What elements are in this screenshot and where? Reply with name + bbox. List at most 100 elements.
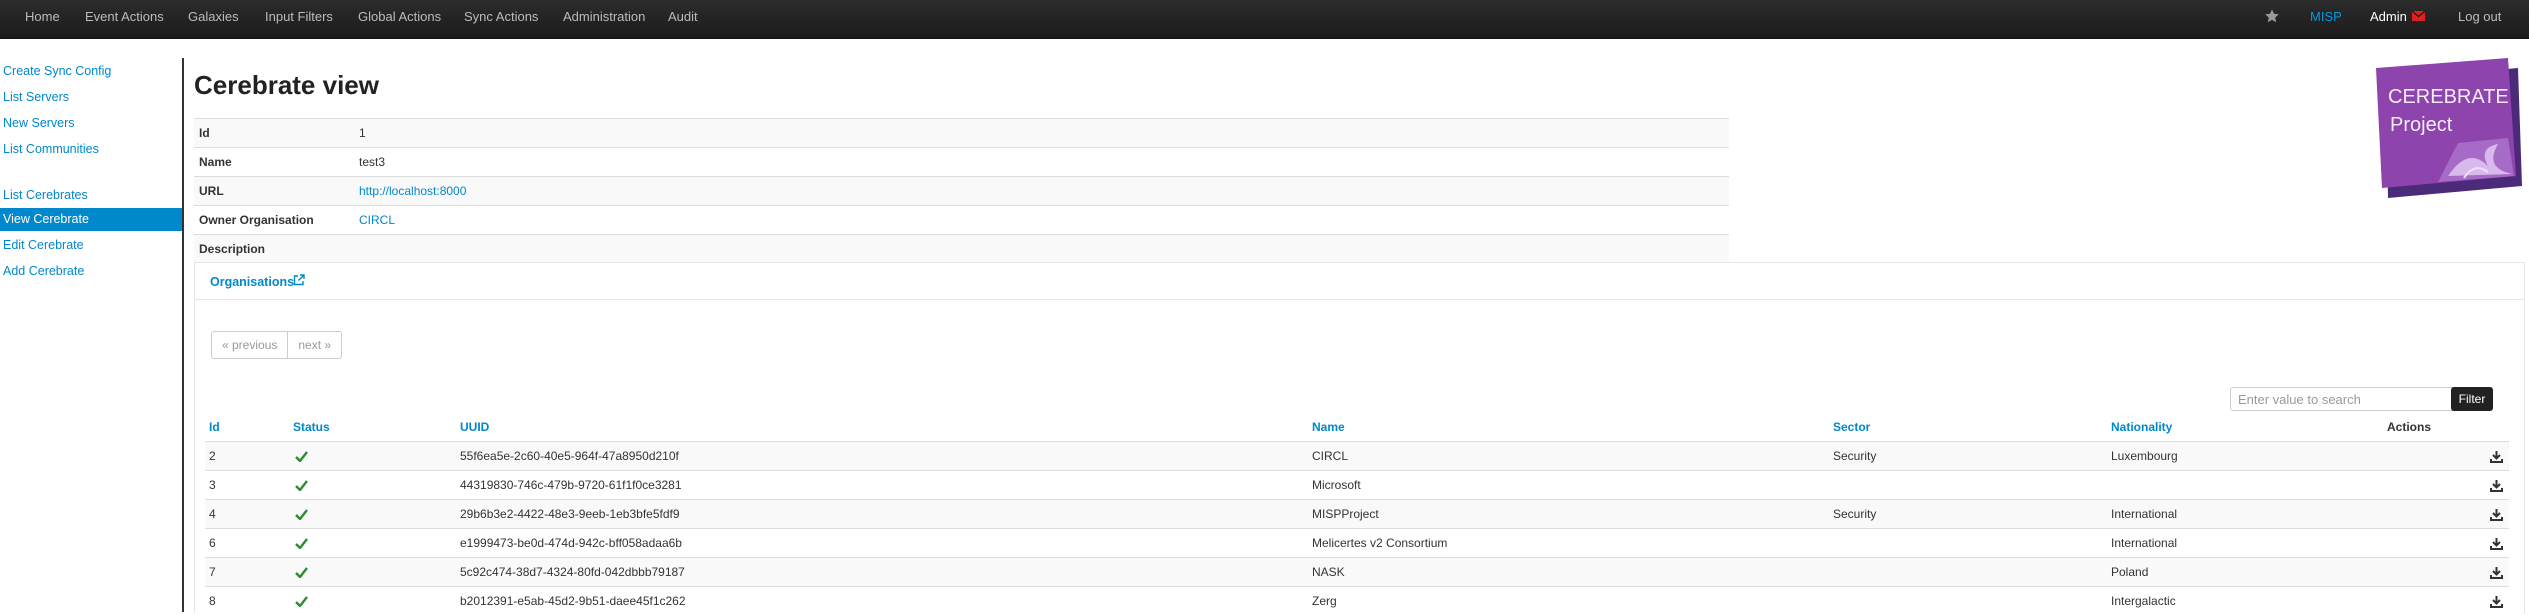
nav-misp[interactable]: MISP <box>2310 0 2342 38</box>
cell-sector: Security <box>1829 500 2107 529</box>
sidebar-item-new-servers[interactable]: New Servers <box>3 116 75 130</box>
cell-sector: Security <box>1829 442 2107 471</box>
cell-sector <box>1829 587 2107 615</box>
table-row: 3 44319830-746c-479b-9720-61f1f0ce3281 M… <box>205 471 2509 500</box>
cell-nationality <box>2107 471 2383 500</box>
details-key: Description <box>194 235 354 264</box>
cell-uuid: b2012391-e5ab-45d2-9b51-daee45f1c262 <box>456 587 1308 615</box>
cell-actions <box>2383 500 2509 529</box>
nav-audit[interactable]: Audit <box>668 0 698 38</box>
cell-uuid: e1999473-be0d-474d-942c-bff058adaa6b <box>456 529 1308 558</box>
cell-id: 8 <box>205 587 289 615</box>
sidebar-item-edit-cerebrate[interactable]: Edit Cerebrate <box>3 238 84 252</box>
download-icon[interactable] <box>2490 566 2503 579</box>
download-icon[interactable] <box>2490 450 2503 463</box>
cell-name: Melicertes v2 Consortium <box>1308 529 1829 558</box>
sidebar-item-create-sync-config[interactable]: Create Sync Config <box>3 64 111 78</box>
logo-text-line1: CEREBRATE <box>2388 86 2509 108</box>
details-row-url: URL http://localhost:8000 <box>194 177 1729 206</box>
nav-home[interactable]: Home <box>25 0 60 38</box>
cerebrate-logo: CEREBRATE Project <box>2368 58 2524 208</box>
column-header-nationality[interactable]: Nationality <box>2107 413 2383 442</box>
cell-uuid: 5c92c474-38d7-4324-80fd-042dbbb79187 <box>456 558 1308 587</box>
cell-status <box>289 442 456 471</box>
cell-nationality: Luxembourg <box>2107 442 2383 471</box>
download-icon[interactable] <box>2490 479 2503 492</box>
cell-status <box>289 587 456 615</box>
download-icon[interactable] <box>2490 537 2503 550</box>
cell-actions <box>2383 558 2509 587</box>
nav-logout[interactable]: Log out <box>2458 0 2501 38</box>
download-icon[interactable] <box>2490 595 2503 608</box>
cell-sector <box>1829 529 2107 558</box>
cell-name: Microsoft <box>1308 471 1829 500</box>
organisations-tab[interactable]: Organisations <box>210 275 294 289</box>
nav-sync-actions[interactable]: Sync Actions <box>464 0 538 38</box>
cell-actions <box>2383 587 2509 615</box>
sidebar-item-list-servers[interactable]: List Servers <box>3 90 69 104</box>
sidebar-item-list-communities[interactable]: List Communities <box>3 142 99 156</box>
sidebar-border <box>182 58 184 612</box>
table-header-row: Id Status UUID Name Sector Nationality A… <box>205 413 2509 442</box>
column-header-uuid[interactable]: UUID <box>456 413 1308 442</box>
cell-name: NASK <box>1308 558 1829 587</box>
column-header-sector[interactable]: Sector <box>1829 413 2107 442</box>
table-row: 8 b2012391-e5ab-45d2-9b51-daee45f1c262 Z… <box>205 587 2509 615</box>
next-page-button[interactable]: next » <box>287 332 341 358</box>
details-key: Id <box>194 119 354 148</box>
logo-text-line2: Project <box>2390 114 2453 136</box>
star-icon[interactable] <box>2264 8 2280 24</box>
search-input[interactable] <box>2230 387 2458 411</box>
cell-uuid: 55f6ea5e-2c60-40e5-964f-47a8950d210f <box>456 442 1308 471</box>
cerebrate-details-table: Id 1 Name test3 URL http://localhost:800… <box>194 118 1729 263</box>
external-link-icon[interactable] <box>293 274 305 286</box>
cell-status <box>289 500 456 529</box>
details-row-id: Id 1 <box>194 119 1729 148</box>
cell-actions <box>2383 442 2509 471</box>
nav-input-filters[interactable]: Input Filters <box>265 0 333 38</box>
organisations-table: Id Status UUID Name Sector Nationality A… <box>205 413 2509 615</box>
check-icon <box>295 451 308 462</box>
cell-sector <box>1829 471 2107 500</box>
check-icon <box>295 509 308 520</box>
table-row: 2 55f6ea5e-2c60-40e5-964f-47a8950d210f C… <box>205 442 2509 471</box>
cell-uuid: 44319830-746c-479b-9720-61f1f0ce3281 <box>456 471 1308 500</box>
sidebar-item-list-cerebrates[interactable]: List Cerebrates <box>3 188 88 202</box>
table-row: 6 e1999473-be0d-474d-942c-bff058adaa6b M… <box>205 529 2509 558</box>
column-header-name[interactable]: Name <box>1308 413 1829 442</box>
owner-org-link[interactable]: CIRCL <box>359 213 395 227</box>
details-value: test3 <box>354 148 1729 177</box>
details-row-description: Description <box>194 235 1729 264</box>
panel-header: Organisations <box>195 263 2524 300</box>
pagination: « previous next » <box>211 331 342 359</box>
nav-administration[interactable]: Administration <box>563 0 645 38</box>
sidebar: Create Sync Config List Servers New Serv… <box>0 38 182 612</box>
column-header-status[interactable]: Status <box>289 413 456 442</box>
cell-id: 2 <box>205 442 289 471</box>
cell-status <box>289 529 456 558</box>
filter-button[interactable]: Filter <box>2451 387 2493 411</box>
sidebar-item-add-cerebrate[interactable]: Add Cerebrate <box>3 264 84 278</box>
sidebar-item-view-cerebrate[interactable]: View Cerebrate <box>0 208 182 231</box>
nav-global-actions[interactable]: Global Actions <box>358 0 441 38</box>
cell-actions <box>2383 529 2509 558</box>
details-row-name: Name test3 <box>194 148 1729 177</box>
previous-page-button[interactable]: « previous <box>212 332 287 358</box>
table-row: 4 29b6b3e2-4422-48e3-9eeb-1eb3bfe5fdf9 M… <box>205 500 2509 529</box>
download-icon[interactable] <box>2490 508 2503 521</box>
cell-status <box>289 558 456 587</box>
cell-id: 7 <box>205 558 289 587</box>
envelope-icon[interactable] <box>2412 11 2425 21</box>
column-header-id[interactable]: Id <box>205 413 289 442</box>
details-key: Owner Organisation <box>194 206 354 235</box>
url-link[interactable]: http://localhost:8000 <box>359 184 466 198</box>
sidebar-item-label: View Cerebrate <box>3 212 89 226</box>
details-key: URL <box>194 177 354 206</box>
cell-id: 6 <box>205 529 289 558</box>
nav-galaxies[interactable]: Galaxies <box>188 0 239 38</box>
check-icon <box>295 596 308 607</box>
nav-event-actions[interactable]: Event Actions <box>85 0 164 38</box>
nav-user-admin[interactable]: Admin <box>2370 0 2407 38</box>
cell-actions <box>2383 471 2509 500</box>
details-value: 1 <box>354 119 1729 148</box>
